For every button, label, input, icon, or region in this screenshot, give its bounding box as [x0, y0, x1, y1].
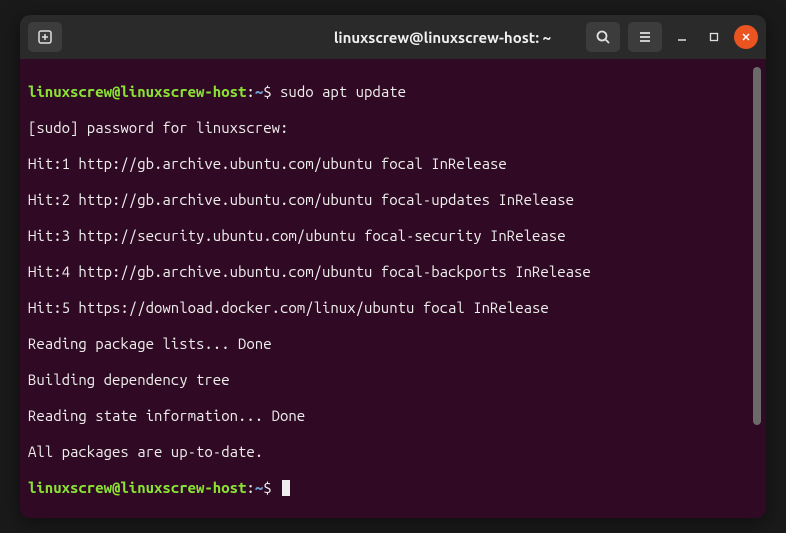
search-button[interactable]: [586, 22, 620, 52]
prompt-colon: :: [246, 83, 254, 100]
search-icon: [595, 29, 611, 45]
command-text: sudo apt update: [280, 83, 406, 100]
scrollbar-thumb[interactable]: [753, 67, 761, 425]
output-line: Hit:2 http://gb.archive.ubuntu.com/ubunt…: [28, 191, 752, 209]
minimize-button[interactable]: [670, 25, 694, 49]
prompt-line: linuxscrew@linuxscrew-host:~$: [28, 479, 752, 497]
prompt-user-host: linuxscrew@linuxscrew-host: [28, 479, 246, 496]
terminal-window: linuxscrew@linuxscrew-host: ~: [20, 15, 766, 518]
new-tab-icon: [37, 29, 53, 45]
close-icon: [741, 32, 751, 42]
prompt-path: ~: [255, 83, 263, 100]
output-line: Building dependency tree: [28, 371, 752, 389]
cursor: [282, 480, 290, 496]
new-tab-button[interactable]: [28, 22, 62, 52]
output-line: [sudo] password for linuxscrew:: [28, 119, 752, 137]
output-line: Hit:4 http://gb.archive.ubuntu.com/ubunt…: [28, 263, 752, 281]
prompt-line: linuxscrew@linuxscrew-host:~$ sudo apt u…: [28, 83, 752, 101]
maximize-icon: [709, 32, 719, 42]
output-line: Reading package lists... Done: [28, 335, 752, 353]
terminal-body[interactable]: linuxscrew@linuxscrew-host:~$ sudo apt u…: [20, 59, 766, 518]
output-line: Hit:5 https://download.docker.com/linux/…: [28, 299, 752, 317]
titlebar: linuxscrew@linuxscrew-host: ~: [20, 15, 766, 59]
prompt-colon: :: [246, 479, 254, 496]
output-line: Hit:3 http://security.ubuntu.com/ubuntu …: [28, 227, 752, 245]
window-title: linuxscrew@linuxscrew-host: ~: [307, 29, 578, 46]
prompt-user-host: linuxscrew@linuxscrew-host: [28, 83, 246, 100]
minimize-icon: [677, 32, 687, 42]
output-line: Reading state information... Done: [28, 407, 752, 425]
output-line: All packages are up-to-date.: [28, 443, 752, 461]
hamburger-icon: [637, 29, 653, 45]
scrollbar-track[interactable]: [752, 65, 762, 512]
maximize-button[interactable]: [702, 25, 726, 49]
prompt-path: ~: [255, 479, 263, 496]
close-button[interactable]: [734, 25, 758, 49]
output-line: Hit:1 http://gb.archive.ubuntu.com/ubunt…: [28, 155, 752, 173]
titlebar-right: [586, 22, 758, 52]
titlebar-left: [28, 22, 299, 52]
menu-button[interactable]: [628, 22, 662, 52]
terminal-content: linuxscrew@linuxscrew-host:~$ sudo apt u…: [28, 65, 752, 512]
prompt-symbol: $: [263, 479, 271, 496]
prompt-symbol: $: [263, 83, 271, 100]
